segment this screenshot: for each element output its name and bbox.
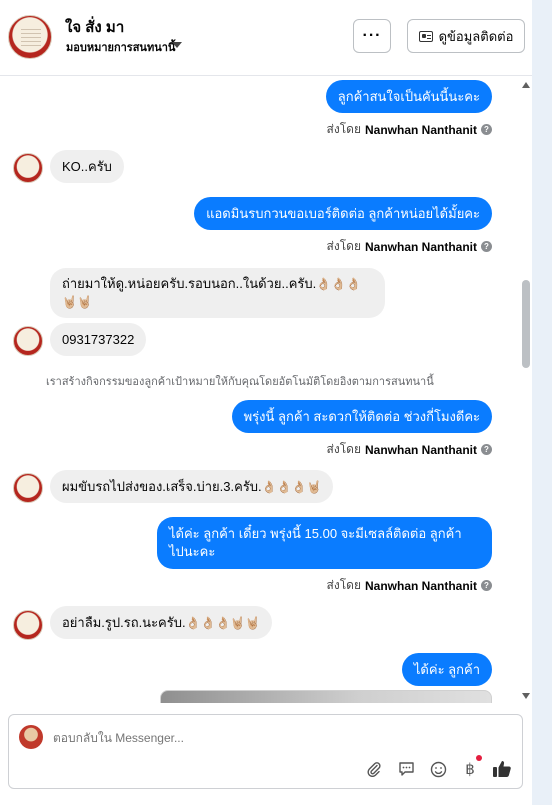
message-text-line: ถ่ายมาให้ดู.หน่อยครับ.รอบนอก..ในด้วย..คร… xyxy=(62,275,361,293)
scrollbar-thumb[interactable] xyxy=(522,280,530,368)
message-text: KO..ครับ xyxy=(62,158,112,174)
chat-bubble-icon[interactable] xyxy=(397,760,415,778)
emoji-reaction-text: 👌🏼👌🏼👌🏼 xyxy=(316,277,362,291)
message-text: พรุ่งนี้ ลูกค้า สะดวกให้ติดต่อ ช่วงกี่โม… xyxy=(243,408,480,424)
image-attachment[interactable] xyxy=(160,690,492,703)
more-options-button[interactable]: ··· xyxy=(353,19,391,53)
outgoing-message[interactable]: ลูกค้าสนใจเป็นคันนี้นะคะ xyxy=(325,80,492,113)
assign-conversation-label[interactable]: มอบหมายการสนทนานี้ xyxy=(66,38,175,56)
message-text: ถ่ายมาให้ดู.หน่อยครับ.รอบนอก..ในด้วย..คร… xyxy=(62,276,317,291)
sent-by-label: ส่งโดย Nanwhan Nanthanit ? xyxy=(327,440,492,459)
scroll-up-arrow-icon[interactable] xyxy=(522,82,530,88)
smiley-icon[interactable] xyxy=(429,760,447,778)
notification-dot xyxy=(476,755,482,761)
message-text: ผมขับรถไปส่งของ.เสร็จ.บ่าย.3.ครับ. xyxy=(62,478,262,494)
reply-composer: ฿ xyxy=(8,714,523,789)
contact-avatar-small xyxy=(13,153,43,183)
outgoing-message[interactable]: แอดมินรบกวนขอเบอร์ติดต่อ ลูกค้าหน่อยได้ม… xyxy=(194,197,492,230)
sent-by-label: ส่งโดย Nanwhan Nanthanit ? xyxy=(327,120,492,139)
baht-icon[interactable]: ฿ xyxy=(461,760,479,778)
message-text: ไปนะคะ xyxy=(169,544,216,559)
incoming-message[interactable]: อย่าลืม.รูป.รถ.นะครับ. 👌🏼👌🏼👌🏼🤘🏼🤘🏼 xyxy=(50,606,273,639)
message-text: ได้ค่ะ ลูกค้า เดี๋ยว พรุ่งนี้ 15.00 จะมี… xyxy=(169,526,462,541)
help-icon[interactable]: ? xyxy=(481,241,492,252)
message-text: อย่าลืม.รูป.รถ.นะครับ. xyxy=(62,614,186,630)
incoming-message[interactable]: ถ่ายมาให้ดู.หน่อยครับ.รอบนอก..ในด้วย..คร… xyxy=(50,268,385,318)
paperclip-icon[interactable] xyxy=(365,760,383,778)
incoming-message[interactable]: KO..ครับ xyxy=(50,150,124,183)
emoji-reaction-text: 👌🏼👌🏼👌🏼🤘🏼🤘🏼 xyxy=(185,615,261,630)
conversation-panel: ใจ สั่ง มา มอบหมายการสนทนานี้ ··· ดูข้อม… xyxy=(0,0,532,805)
incoming-message[interactable]: 0931737322 xyxy=(50,323,147,356)
sent-by-prefix: ส่งโดย xyxy=(326,122,361,136)
message-text: แอดมินรบกวนขอเบอร์ติดต่อ ลูกค้าหน่อยได้ม… xyxy=(206,205,480,221)
sender-name: Nanwhan Nanthanit xyxy=(364,578,477,593)
contact-avatar-small xyxy=(13,610,43,640)
contact-avatar-small xyxy=(13,473,43,503)
sent-by-prefix: ส่งโดย xyxy=(326,239,361,253)
outgoing-message[interactable]: ได้ค่ะ ลูกค้า xyxy=(401,653,492,686)
view-contact-info-button[interactable]: ดูข้อมูลติดต่อ xyxy=(407,19,525,53)
thumbs-up-icon[interactable] xyxy=(491,758,513,778)
help-icon[interactable]: ? xyxy=(481,124,492,135)
sender-name: Nanwhan Nanthanit xyxy=(364,442,477,457)
emoji-reaction-text: 👌🏼👌🏼👌🏼🤘🏼 xyxy=(261,479,322,494)
outgoing-message[interactable]: พรุ่งนี้ ลูกค้า สะดวกให้ติดต่อ ช่วงกี่โม… xyxy=(231,400,492,433)
sent-by-label: ส่งโดย Nanwhan Nanthanit ? xyxy=(327,237,492,256)
emoji-reaction-text: 🤘🏼🤘🏼 xyxy=(62,295,92,309)
caret-down-icon[interactable] xyxy=(172,42,182,48)
automation-notice: เราสร้างกิจกรรมของลูกค้าเป้าหมายให้กับคุ… xyxy=(46,376,434,388)
incoming-message[interactable]: ผมขับรถไปส่งของ.เสร็จ.บ่าย.3.ครับ. 👌🏼👌🏼👌🏼… xyxy=(50,470,334,503)
contact-avatar-small xyxy=(13,326,43,356)
message-text: 0931737322 xyxy=(62,331,135,347)
conversation-header: ใจ สั่ง มา มอบหมายการสนทนานี้ ··· ดูข้อม… xyxy=(0,0,532,76)
page-avatar xyxy=(19,725,43,749)
sender-name: Nanwhan Nanthanit xyxy=(364,239,477,254)
scroll-down-arrow-icon[interactable] xyxy=(522,693,530,699)
id-card-icon xyxy=(418,30,433,42)
view-contact-info-label: ดูข้อมูลติดต่อ xyxy=(438,28,514,44)
sender-name: Nanwhan Nanthanit xyxy=(364,122,477,137)
help-icon[interactable]: ? xyxy=(481,444,492,455)
sent-by-label: ส่งโดย Nanwhan Nanthanit ? xyxy=(327,576,492,595)
outgoing-message[interactable]: ได้ค่ะ ลูกค้า เดี๋ยว พรุ่งนี้ 15.00 จะมี… xyxy=(157,517,492,569)
sent-by-prefix: ส่งโดย xyxy=(326,442,361,456)
contact-avatar[interactable] xyxy=(8,15,52,59)
message-text: ลูกค้าสนใจเป็นคันนี้นะคะ xyxy=(337,88,480,104)
message-text: ได้ค่ะ ลูกค้า xyxy=(413,661,480,677)
contact-name[interactable]: ใจ สั่ง มา xyxy=(65,15,124,39)
reply-input[interactable] xyxy=(53,731,473,745)
sent-by-prefix: ส่งโดย xyxy=(326,578,361,592)
help-icon[interactable]: ? xyxy=(481,580,492,591)
